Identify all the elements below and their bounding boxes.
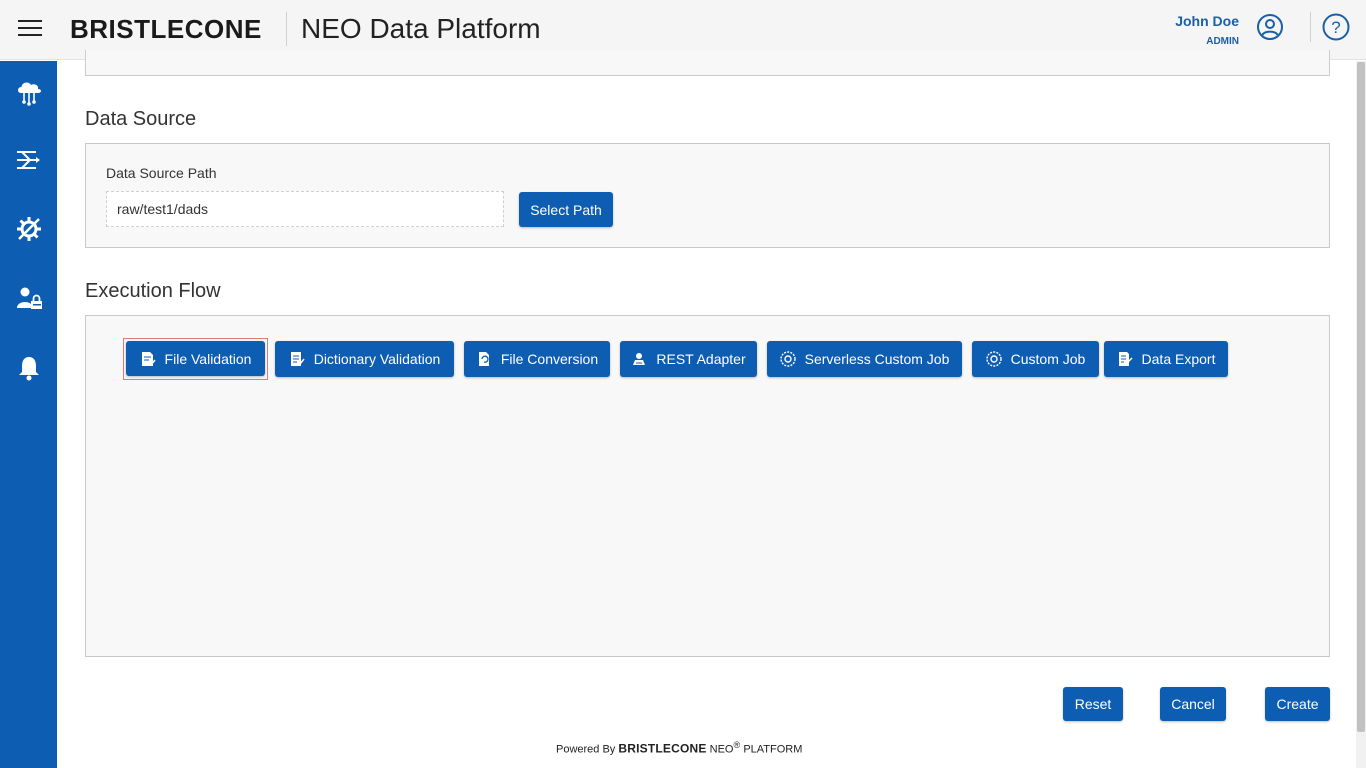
gear-badge-icon [985,351,1002,367]
select-path-button[interactable]: Select Path [519,192,613,227]
footer: Powered By BRISTLECONE NEO® PLATFORM [556,740,802,756]
user-lock-icon[interactable] [14,283,44,313]
user-role: ADMIN [1206,36,1239,47]
file-convert-icon [478,352,489,366]
bell-icon[interactable] [14,353,44,383]
user-profile-icon[interactable] [1256,13,1284,41]
sidebar [0,61,57,768]
reset-button[interactable]: Reset [1063,687,1123,721]
dictionary-validation-label: Dictionary Validation [313,351,441,367]
serverless-custom-job-button[interactable]: Serverless Custom Job [767,341,962,377]
cloud-network-icon[interactable] [14,77,44,107]
user-name[interactable]: John Doe [1175,13,1239,29]
rest-adapter-button[interactable]: REST Adapter [620,341,757,377]
data-export-label: Data Export [1141,351,1216,367]
custom-job-label: Custom Job [1010,351,1086,367]
cancel-button[interactable]: Cancel [1160,687,1226,721]
data-source-path-input[interactable] [106,191,504,227]
footer-brand: BRISTLECONE [618,741,707,756]
previous-section-panel [85,50,1330,76]
gear-badge-icon [779,351,796,367]
scrollbar-thumb[interactable] [1357,62,1365,732]
file-conversion-label: File Conversion [500,351,599,367]
dictionary-icon [290,352,305,366]
header-divider-right [1310,12,1311,42]
rest-adapter-icon [633,353,646,365]
file-validation-button[interactable]: File Validation [126,341,265,376]
footer-product: NEO [709,743,734,756]
svg-text:?: ? [1331,18,1340,37]
data-source-title: Data Source [85,108,197,130]
app-title: NEO Data Platform [301,13,541,44]
file-conversion-button[interactable]: File Conversion [464,341,610,377]
rest-adapter-label: REST Adapter [656,351,746,367]
create-button[interactable]: Create [1265,687,1330,721]
execution-flow-title: Execution Flow [85,280,221,302]
data-export-button[interactable]: Data Export [1104,341,1228,377]
data-source-path-label: Data Source Path [106,165,217,181]
file-check-icon [141,351,156,366]
header-divider [286,12,287,46]
hamburger-menu-icon[interactable] [18,20,42,38]
help-icon[interactable]: ? [1322,13,1350,41]
file-validation-label: File Validation [164,350,252,367]
export-icon [1118,352,1133,366]
data-flow-icon[interactable] [14,145,44,175]
settings-tools-icon[interactable] [14,214,44,244]
brand-logo: BRISTLECONE [70,14,262,44]
dictionary-validation-button[interactable]: Dictionary Validation [275,341,454,377]
footer-platform: PLATFORM [743,743,803,756]
footer-registered: ® [733,740,741,750]
serverless-custom-job-label: Serverless Custom Job [804,351,950,367]
footer-powered-by: Powered By [556,743,616,756]
custom-job-button[interactable]: Custom Job [972,341,1099,377]
